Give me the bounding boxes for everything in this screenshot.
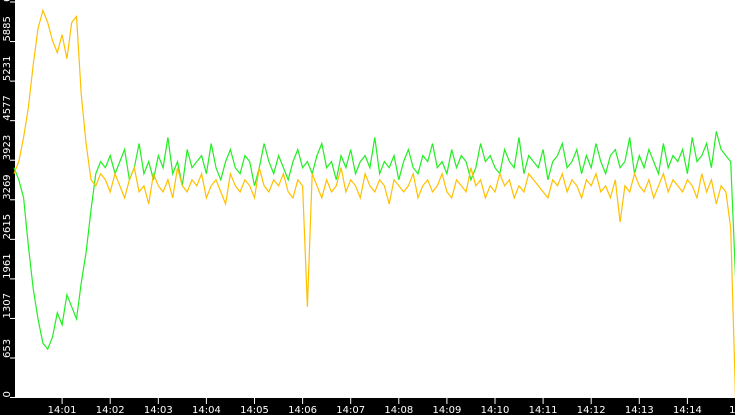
x-tick-label: 14:11	[529, 405, 558, 415]
x-tick-label: 14:05	[240, 405, 269, 415]
x-tick-label: 14:07	[336, 405, 365, 415]
y-tick-label: 5231	[2, 56, 13, 81]
x-tick-label: 14:10	[481, 405, 510, 415]
x-axis: 14:01 14:02 14:03 14:04 14:05 14:06 14:07 14:08…	[48, 398, 735, 415]
y-tick-label: 4577	[2, 95, 13, 120]
x-tick-label: 14	[729, 405, 735, 415]
x-tick-label: 14:02	[96, 405, 125, 415]
x-tick-label: 14:01	[48, 405, 77, 415]
x-tick-label: 14:12	[577, 405, 606, 415]
x-tick-label: 14:13	[625, 405, 654, 415]
y-tick-label: 3269	[2, 174, 13, 199]
x-tick-label: 14:09	[432, 405, 461, 415]
plot-area	[15, 0, 735, 398]
y-tick-label: 653	[2, 339, 13, 358]
y-axis: 0 653 1307 1961 2615 3269 3923 4577 5231 5885 6539	[2, 0, 15, 398]
x-tick-label: 14:04	[192, 405, 221, 415]
line-chart: 0 653 1307 1961 2615 3269 3923 4577 5231 5885 6539…	[2, 0, 735, 415]
y-tick-label: 6539	[2, 0, 13, 2]
y-tick-label: 0	[2, 391, 13, 397]
y-tick-label: 1307	[2, 293, 13, 318]
x-tick-label: 14:08	[384, 405, 413, 415]
y-tick-label: 1961	[2, 253, 13, 278]
x-tick-label: 14:03	[144, 405, 173, 415]
y-tick-label: 3923	[2, 135, 13, 160]
y-tick-label: 2615	[2, 214, 13, 239]
x-tick-label: 14:14	[673, 405, 702, 415]
y-tick-label: 5885	[2, 16, 13, 41]
x-tick-label: 14:06	[288, 405, 317, 415]
